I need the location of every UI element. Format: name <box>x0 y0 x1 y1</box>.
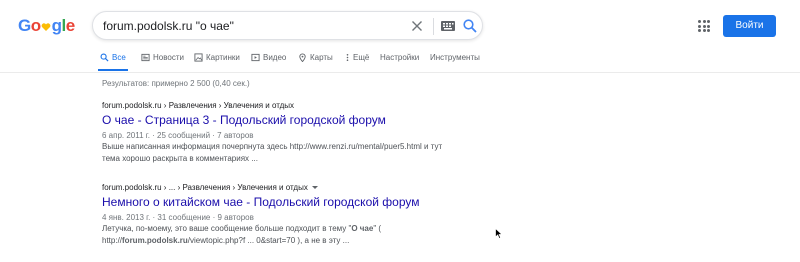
search-icon[interactable] <box>462 18 478 34</box>
keyboard-icon[interactable] <box>441 21 455 31</box>
search-divider <box>433 18 434 35</box>
search-icon <box>100 53 109 62</box>
mouse-cursor-icon <box>495 228 503 239</box>
snippet-text: http:// <box>102 236 123 245</box>
result-breadcrumb[interactable]: forum.podolsk.ru › ... › Развлечения › У… <box>102 182 419 193</box>
caret-down-icon[interactable] <box>311 186 318 190</box>
result-snippet-line: Летучка, по-моему, это ваше сообщение бо… <box>102 223 419 235</box>
result-title-link[interactable]: О чае - Страница 3 - Подольский городско… <box>102 113 442 128</box>
tab-news[interactable]: Новости <box>141 53 184 71</box>
tab-label: Видео <box>263 53 287 62</box>
clear-icon[interactable] <box>409 18 425 34</box>
map-pin-icon <box>299 53 306 62</box>
search-box <box>92 11 483 40</box>
tab-video[interactable]: Видео <box>251 53 286 71</box>
snippet-text: /viewtopic.php?f ... 0&start=70 ), а не … <box>187 236 350 245</box>
result-meta: 4 янв. 2013 г. · 31 сообщение · 9 авторо… <box>102 213 254 222</box>
search-result: forum.podolsk.ru › Развлечения › Увлечен… <box>102 100 442 165</box>
tab-label: Картинки <box>206 53 240 62</box>
tab-label: Ещё <box>353 53 370 62</box>
more-vert-icon <box>346 53 349 62</box>
tab-settings[interactable]: Настройки <box>380 53 419 71</box>
signin-button[interactable]: Войти <box>723 15 776 37</box>
search-result: forum.podolsk.ru › ... › Развлечения › У… <box>102 182 419 247</box>
active-tab-indicator <box>98 69 128 71</box>
result-title-link[interactable]: Немного о китайском чае - Подольский гор… <box>102 195 419 210</box>
search-input[interactable] <box>103 17 403 35</box>
video-icon <box>251 53 260 62</box>
tab-label: Инструменты <box>430 53 480 62</box>
snippet-highlight: forum.podolsk.ru <box>122 236 188 245</box>
tab-more[interactable]: Ещё <box>345 53 369 71</box>
result-snippet-line: http://forum.podolsk.ru/viewtopic.php?f … <box>102 235 419 247</box>
result-stats: Результатов: примерно 2 500 (0,40 сек.) <box>102 79 250 88</box>
result-snippet-line: тема хорошо раскрыта в комментариях ... <box>102 154 258 163</box>
tab-label: Все <box>112 53 126 62</box>
snippet-text: " ( <box>373 224 382 233</box>
tab-maps[interactable]: Карты <box>298 53 333 71</box>
header-divider <box>0 72 800 73</box>
tab-label: Настройки <box>380 53 420 62</box>
breadcrumb-text: forum.podolsk.ru › ... › Развлечения › У… <box>102 183 308 192</box>
image-icon <box>194 53 203 62</box>
result-meta: 6 апр. 2011 г. · 25 сообщений · 7 авторо… <box>102 131 254 140</box>
snippet-text: Летучка, по-моему, это ваше сообщение бо… <box>102 224 352 233</box>
news-icon <box>141 53 150 62</box>
heart-icon <box>41 23 51 31</box>
tab-label: Новости <box>153 53 184 62</box>
snippet-highlight: О чае <box>351 224 374 233</box>
google-logo[interactable]: Go gle <box>18 16 75 36</box>
tab-tools[interactable]: Инструменты <box>430 53 480 71</box>
result-breadcrumb[interactable]: forum.podolsk.ru › Развлечения › Увлечен… <box>102 100 442 111</box>
tab-all[interactable]: Все <box>98 53 128 71</box>
tab-label: Карты <box>310 53 333 62</box>
apps-grid-icon[interactable] <box>698 20 710 32</box>
result-snippet-line: Выше написанная информация почерпнута зд… <box>102 142 443 151</box>
tab-images[interactable]: Картинки <box>194 53 240 71</box>
